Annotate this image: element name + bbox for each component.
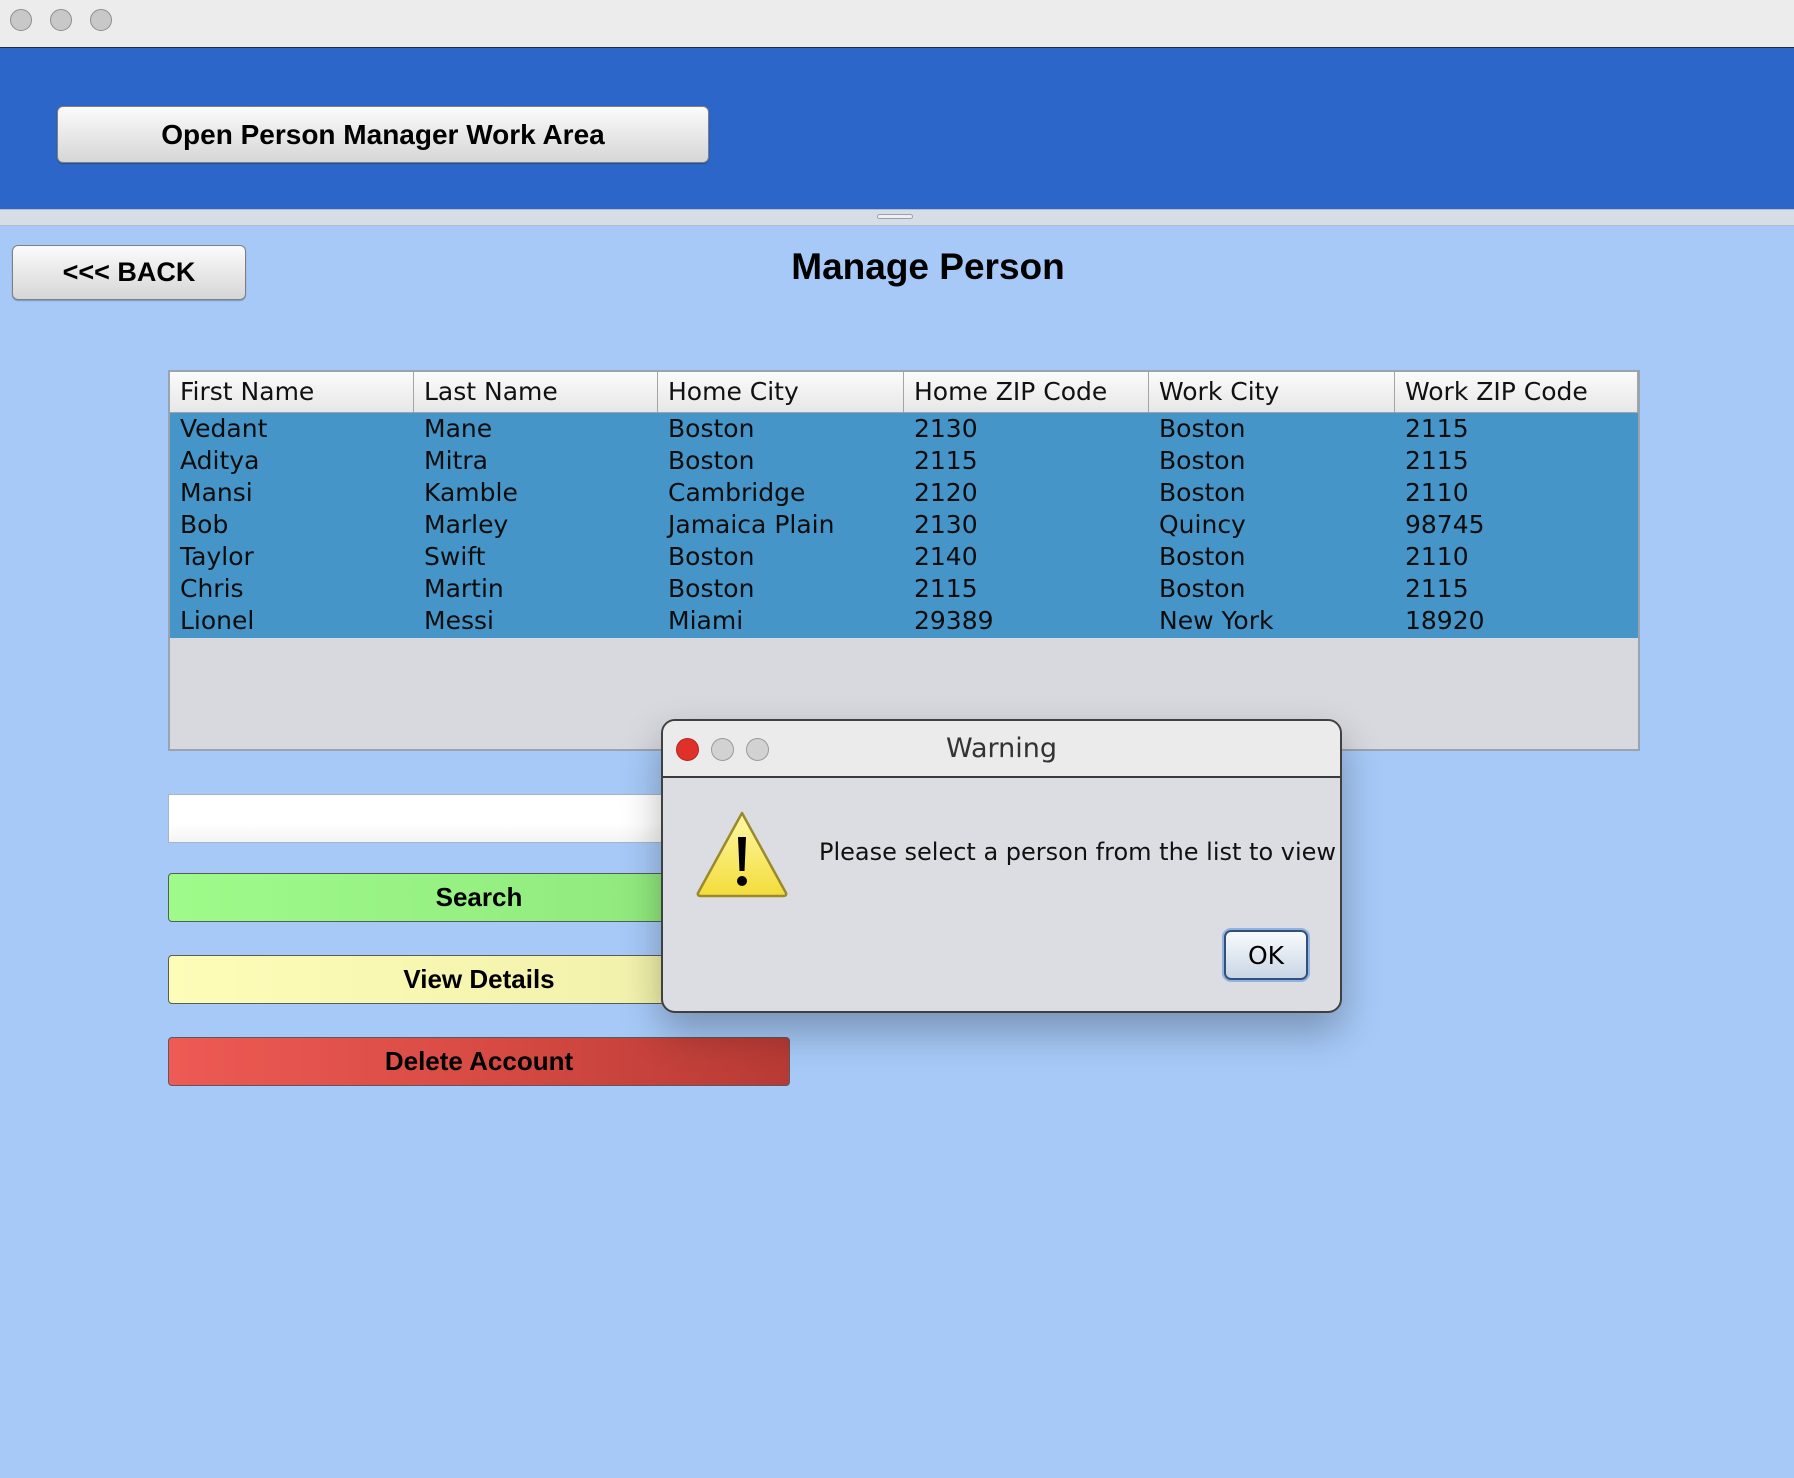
table-body[interactable]: Vedant Mane Boston 2130 Boston 2115 Aditya Mitr… <box>170 413 1638 638</box>
table-cell[interactable]: Bob <box>170 509 414 541</box>
dialog-message: Please select a person from the list to … <box>819 838 1337 866</box>
dialog-titlebar: Warning <box>663 721 1340 778</box>
table-cell[interactable]: 18920 <box>1395 605 1638 637</box>
table-cell[interactable]: Cambridge <box>658 477 904 509</box>
table-row[interactable]: Bob Marley Jamaica Plain 2130 Quincy 98745 <box>170 509 1638 541</box>
table-cell[interactable]: Martin <box>414 573 658 605</box>
table-cell[interactable]: 29389 <box>904 605 1149 637</box>
table-cell[interactable]: 2115 <box>1395 413 1638 445</box>
table-cell[interactable]: Chris <box>170 573 414 605</box>
divider-grip-icon[interactable] <box>877 214 913 219</box>
table-cell[interactable]: 2115 <box>1395 573 1638 605</box>
table-cell[interactable]: 2120 <box>904 477 1149 509</box>
table-cell[interactable]: Kamble <box>414 477 658 509</box>
table-header: First Name Last Name Home City Home ZIP Cod… <box>170 372 1638 413</box>
table-cell[interactable]: 98745 <box>1395 509 1638 541</box>
table-cell[interactable]: Jamaica Plain <box>658 509 904 541</box>
table-cell[interactable]: Boston <box>1149 445 1395 477</box>
open-person-manager-button[interactable]: Open Person Manager Work Area <box>57 106 709 163</box>
column-header[interactable]: Home ZIP Code <box>904 372 1149 412</box>
table-cell[interactable]: Boston <box>658 541 904 573</box>
window-zoom-button[interactable] <box>90 9 112 31</box>
column-header[interactable]: Work ZIP Code <box>1395 372 1638 412</box>
table-cell[interactable]: Miami <box>658 605 904 637</box>
table-cell[interactable]: 2115 <box>904 445 1149 477</box>
person-table[interactable]: First Name Last Name Home City Home ZIP Cod… <box>168 370 1640 751</box>
table-row[interactable]: Aditya Mitra Boston 2115 Boston 2115 <box>170 445 1638 477</box>
table-cell[interactable]: Messi <box>414 605 658 637</box>
table-cell[interactable]: Mitra <box>414 445 658 477</box>
table-row[interactable]: Taylor Swift Boston 2140 Boston 2110 <box>170 541 1638 573</box>
table-row[interactable]: Mansi Kamble Cambridge 2120 Boston 2110 <box>170 477 1638 509</box>
table-cell[interactable]: Boston <box>1149 541 1395 573</box>
ok-button[interactable]: OK <box>1224 930 1308 980</box>
table-cell[interactable]: Taylor <box>170 541 414 573</box>
window-titlebar <box>0 0 1794 48</box>
table-cell[interactable]: New York <box>1149 605 1395 637</box>
window-close-button[interactable] <box>10 9 32 31</box>
table-cell[interactable]: Swift <box>414 541 658 573</box>
table-row[interactable]: Lionel Messi Miami 29389 New York 18920 <box>170 605 1638 637</box>
table-cell[interactable]: Mane <box>414 413 658 445</box>
table-cell[interactable]: Aditya <box>170 445 414 477</box>
delete-account-button[interactable]: Delete Account <box>168 1037 790 1086</box>
table-row[interactable]: Chris Martin Boston 2115 Boston 2115 <box>170 573 1638 605</box>
column-header[interactable]: Home City <box>658 372 904 412</box>
dialog-title: Warning <box>945 733 1057 764</box>
table-cell[interactable]: Marley <box>414 509 658 541</box>
table-cell[interactable]: 2130 <box>904 509 1149 541</box>
table-cell[interactable]: 2110 <box>1395 477 1638 509</box>
table-cell[interactable]: 2115 <box>904 573 1149 605</box>
table-cell[interactable]: 2115 <box>1395 445 1638 477</box>
split-pane-divider[interactable] <box>0 209 1794 226</box>
table-cell[interactable]: 2130 <box>904 413 1149 445</box>
table-cell[interactable]: Boston <box>1149 413 1395 445</box>
column-header[interactable]: Work City <box>1149 372 1395 412</box>
table-cell[interactable]: 2110 <box>1395 541 1638 573</box>
table-cell[interactable]: Boston <box>658 573 904 605</box>
table-cell[interactable]: 2140 <box>904 541 1149 573</box>
warning-dialog: Warning Please select a person from the … <box>661 719 1342 1013</box>
table-cell[interactable]: Boston <box>658 445 904 477</box>
page-title: Manage Person <box>791 246 1065 287</box>
table-cell[interactable]: Boston <box>658 413 904 445</box>
column-header[interactable]: First Name <box>170 372 414 412</box>
column-header[interactable]: Last Name <box>414 372 658 412</box>
table-cell[interactable]: Boston <box>1149 573 1395 605</box>
table-cell[interactable]: Lionel <box>170 605 414 637</box>
table-cell[interactable]: Boston <box>1149 477 1395 509</box>
table-cell[interactable]: Mansi <box>170 477 414 509</box>
table-cell[interactable]: Vedant <box>170 413 414 445</box>
window-minimize-button[interactable] <box>50 9 72 31</box>
table-cell[interactable]: Quincy <box>1149 509 1395 541</box>
warning-icon <box>696 811 788 898</box>
table-row[interactable]: Vedant Mane Boston 2130 Boston 2115 <box>170 413 1638 445</box>
